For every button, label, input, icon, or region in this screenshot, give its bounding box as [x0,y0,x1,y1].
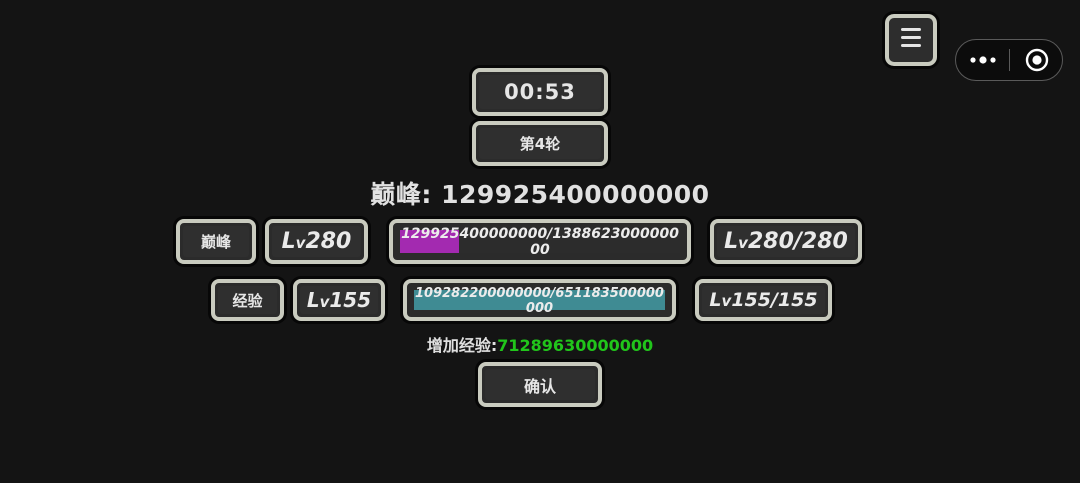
exp-max-level-prefix: L [709,289,722,311]
exp-progress-bar: 109282200000000/651183500000000 [403,279,676,321]
peak-max-level-box: Lv280/280 [710,219,862,264]
exp-level-value: 155 [329,288,372,312]
peak-progress-text: 129925400000000/138862300000000 [401,226,679,258]
peak-title: 巅峰: 129925400000000 [300,175,780,211]
peak-tag: 巅峰 [176,219,256,264]
exp-max-level: Lv155/155 [709,289,817,311]
target-close-icon[interactable] [1025,48,1049,72]
peak-title-label: 巅峰: [370,180,442,209]
confirm-button[interactable]: 确认 [478,362,602,407]
menu-icon-line [901,44,921,47]
exp-level: Lv155 [307,288,371,312]
exp-gain-value: 71289630000000 [497,336,654,355]
exp-level-prefix: L [306,288,320,312]
miniprogram-capsule [955,39,1063,81]
menu-button[interactable] [885,14,937,66]
round-box: 第4轮 [472,121,608,166]
peak-max-level: Lv280/280 [724,229,848,254]
exp-level-box: Lv155 [293,279,385,321]
exp-progress-text: 109282200000000/651183500000000 [415,286,664,316]
timer-box: 00:53 [472,68,608,116]
capsule-divider [1009,49,1010,71]
peak-title-value: 129925400000000 [441,180,710,209]
exp-max-level-value: 155/155 [731,289,818,311]
peak-max-level-prefix: L [724,229,739,254]
peak-max-level-value: 280/280 [747,229,848,254]
confirm-label: 确认 [523,376,556,396]
exp-tag: 经验 [211,279,284,321]
peak-progress-bar: 129925400000000/138862300000000 [389,219,691,264]
more-dots-icon[interactable] [968,50,998,70]
menu-icon [901,28,921,31]
timer-text: 00:53 [504,80,576,104]
exp-tag-label: 经验 [232,291,263,310]
exp-gain: 增加经验:71289630000000 [300,332,780,355]
peak-level-box: Lv280 [265,219,368,264]
exp-max-level-sub: v [721,292,732,310]
peak-level-prefix: L [281,229,296,254]
exp-gain-label: 增加经验: [426,336,498,355]
round-label: 第4轮 [519,135,561,153]
peak-level-sub: v [295,234,306,252]
exp-level-sub: v [319,293,330,311]
menu-icon-line [901,36,921,39]
peak-tag-label: 巅峰 [200,233,231,251]
peak-max-level-sub: v [738,234,748,252]
peak-level: Lv280 [282,229,352,254]
exp-max-level-box: Lv155/155 [695,279,832,321]
peak-level-value: 280 [305,229,352,254]
